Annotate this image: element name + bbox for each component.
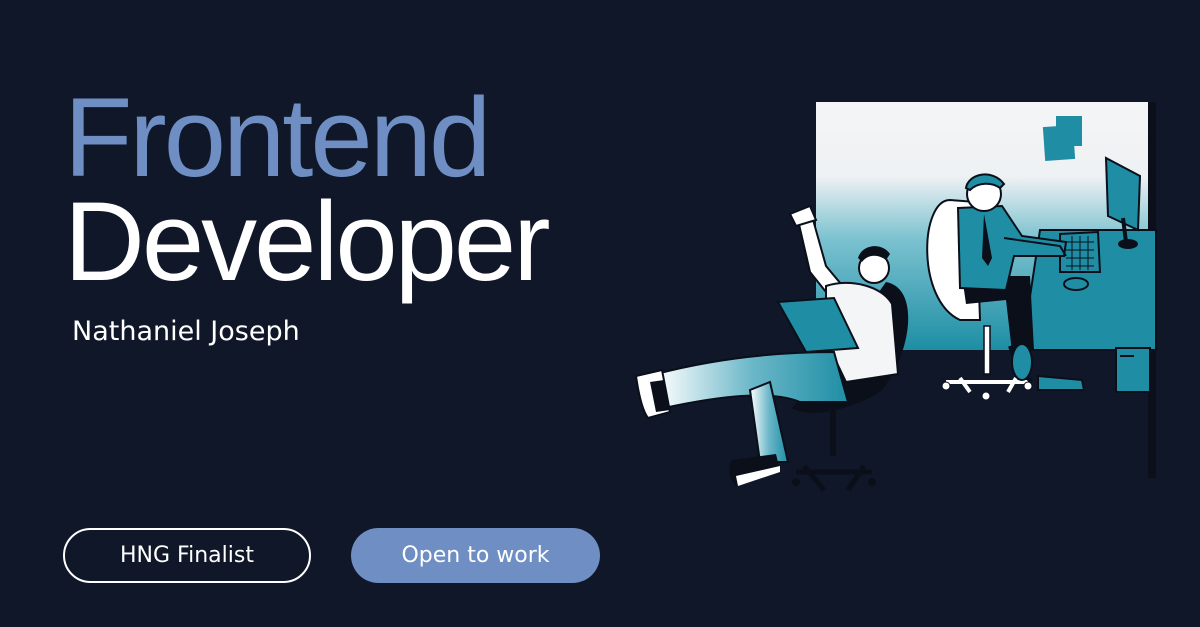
open-to-work-label: Open to work — [401, 543, 550, 568]
office-developers-illustration-icon — [634, 102, 1157, 492]
person-name: Nathaniel Joseph — [72, 316, 300, 347]
profile-banner: Frontend Developer Nathaniel Joseph HNG … — [0, 0, 1200, 627]
hng-finalist-badge[interactable]: HNG Finalist — [63, 528, 311, 583]
hng-finalist-label: HNG Finalist — [120, 543, 254, 568]
headline-role-line-2: Developer — [64, 179, 551, 304]
open-to-work-badge[interactable]: Open to work — [351, 528, 600, 583]
reclining-developer-icon — [634, 204, 909, 492]
